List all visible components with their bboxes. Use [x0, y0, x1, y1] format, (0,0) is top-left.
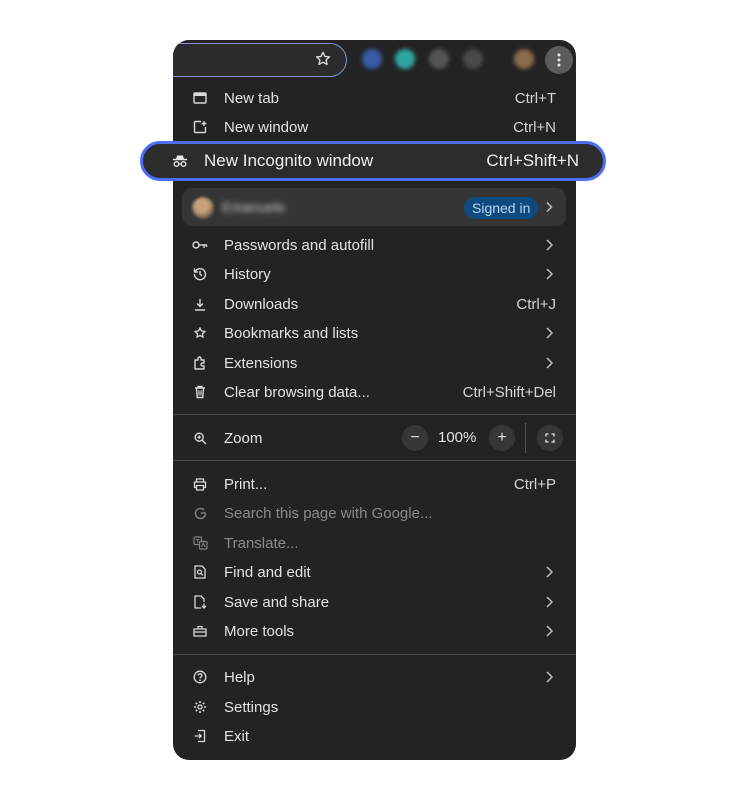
extension-icon[interactable] — [395, 49, 415, 69]
bookmark-star-icon[interactable] — [314, 50, 332, 68]
profile-avatar-icon[interactable] — [514, 49, 534, 69]
chevron-right-icon — [546, 566, 554, 578]
menu-label: Passwords and autofill — [224, 236, 375, 254]
find-in-page-icon — [192, 564, 208, 580]
menu-dots-icon[interactable] — [545, 46, 573, 74]
menu-label: Help — [224, 668, 255, 686]
menu-item-new-window[interactable]: New window Ctrl+N — [173, 112, 576, 142]
puzzle-icon — [192, 355, 208, 371]
menu-label: Clear browsing data... — [224, 383, 370, 401]
profile-name: Emanuele — [222, 199, 286, 215]
menu-shortcut: Ctrl+P — [513, 475, 556, 493]
menu-shortcut: Ctrl+J — [516, 295, 556, 313]
zoom-icon — [192, 430, 208, 446]
menu-item-save-and-share[interactable]: Save and share — [173, 587, 576, 617]
menu-label: Exit — [224, 727, 250, 745]
menu-item-more-tools[interactable]: More tools — [173, 616, 576, 646]
extension-icon[interactable] — [429, 49, 449, 69]
history-icon — [192, 266, 208, 282]
menu-shortcut: Ctrl+T — [514, 89, 556, 107]
menu-label: Downloads — [224, 295, 299, 313]
translate-icon — [192, 535, 208, 551]
extension-icon[interactable] — [463, 49, 483, 69]
trash-icon — [192, 384, 208, 400]
menu-label: Print... — [224, 475, 268, 493]
zoom-in-button[interactable]: + — [489, 425, 515, 451]
exit-icon — [192, 728, 208, 744]
menu-label: Search this page with Google... — [224, 504, 433, 522]
zoom-divider — [525, 423, 526, 453]
browser-toolbar — [173, 40, 576, 80]
menu-label: Translate... — [224, 534, 299, 552]
menu-label: Settings — [224, 698, 279, 716]
menu-label: New window — [224, 118, 309, 136]
save-share-icon — [192, 594, 208, 610]
toolbox-icon — [192, 623, 208, 639]
chevron-right-icon — [546, 201, 553, 213]
menu-item-extensions[interactable]: Extensions — [173, 348, 576, 378]
chevron-right-icon — [546, 596, 554, 608]
menu-label: New Incognito window — [204, 151, 374, 170]
menu-divider — [173, 414, 576, 415]
new-tab-icon — [192, 90, 208, 106]
menu-label: Save and share — [224, 593, 330, 611]
menu-divider — [173, 460, 576, 461]
chevron-right-icon — [546, 671, 554, 683]
chevron-right-icon — [546, 268, 554, 280]
menu-item-translate[interactable]: Translate... — [173, 528, 576, 558]
menu-item-bookmarks[interactable]: Bookmarks and lists — [173, 318, 576, 348]
menu-item-new-tab[interactable]: New tab Ctrl+T — [173, 83, 576, 113]
menu-label: Zoom — [224, 429, 263, 447]
menu-item-downloads[interactable]: Downloads Ctrl+J — [173, 289, 576, 319]
menu-item-find-and-edit[interactable]: Find and edit — [173, 557, 576, 587]
menu-item-search-google[interactable]: Search this page with Google... — [173, 498, 576, 528]
avatar — [192, 197, 214, 219]
menu-item-print[interactable]: Print... Ctrl+P — [173, 469, 576, 499]
menu-label: History — [224, 265, 271, 283]
menu-item-history[interactable]: History — [173, 259, 576, 289]
address-bar[interactable] — [173, 43, 347, 77]
menu-item-exit[interactable]: Exit — [173, 721, 576, 751]
menu-label: New tab — [224, 89, 280, 107]
menu-divider — [173, 654, 576, 655]
menu-shortcut: Ctrl+Shift+Del — [462, 383, 556, 401]
menu-label: Bookmarks and lists — [224, 324, 359, 342]
fullscreen-icon — [545, 433, 555, 443]
chevron-right-icon — [546, 239, 554, 251]
menu-label: Extensions — [224, 354, 298, 372]
menu-item-new-incognito-window[interactable]: New Incognito window Ctrl+Shift+N — [140, 141, 606, 181]
gear-icon — [192, 699, 208, 715]
profile-row[interactable]: Emanuele Signed in — [182, 188, 566, 226]
chevron-right-icon — [546, 327, 554, 339]
menu-item-passwords[interactable]: Passwords and autofill — [173, 230, 576, 260]
menu-item-settings[interactable]: Settings — [173, 692, 576, 722]
fullscreen-button[interactable] — [537, 425, 563, 451]
google-g-icon — [192, 505, 208, 521]
download-icon — [192, 296, 208, 312]
menu-shortcut: Ctrl+N — [513, 118, 556, 136]
extension-icon[interactable] — [362, 49, 382, 69]
menu-label: More tools — [224, 622, 295, 640]
chevron-right-icon — [546, 625, 554, 637]
menu-shortcut: Ctrl+Shift+N — [486, 151, 579, 170]
new-window-icon — [192, 119, 208, 135]
menu-item-clear-browsing-data[interactable]: Clear browsing data... Ctrl+Shift+Del — [173, 377, 576, 407]
zoom-out-button[interactable]: − — [402, 425, 428, 451]
signed-in-badge: Signed in — [464, 197, 539, 219]
menu-item-help[interactable]: Help — [173, 662, 576, 692]
key-icon — [192, 237, 208, 253]
printer-icon — [192, 476, 208, 492]
incognito-icon — [172, 154, 188, 170]
chevron-right-icon — [546, 357, 554, 369]
help-icon — [192, 669, 208, 685]
menu-item-zoom: Zoom − 100% + — [173, 423, 576, 453]
zoom-level: 100% — [438, 429, 477, 446]
menu-label: Find and edit — [224, 563, 311, 581]
star-icon — [192, 325, 208, 341]
